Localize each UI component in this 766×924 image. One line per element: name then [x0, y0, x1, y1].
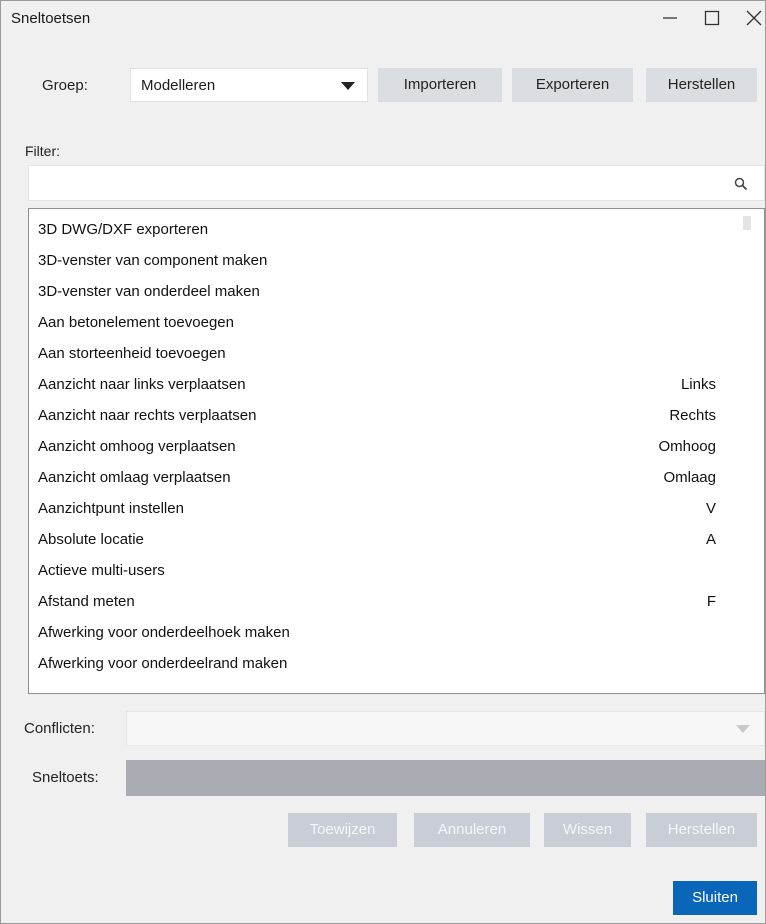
list-item[interactable]: Aanzichtpunt instellen V [29, 493, 764, 524]
command-name: Aanzichtpunt instellen [38, 500, 184, 517]
command-name: Aanzicht naar rechts verplaatsen [38, 407, 257, 424]
reset-group-button[interactable]: Herstellen [646, 68, 757, 102]
shortcut-label: Sneltoets: [32, 769, 99, 786]
shortcuts-dialog: Sneltoetsen Groep: Modelleren Importeren… [0, 0, 766, 924]
search-icon [734, 177, 748, 191]
command-shortcut: Omhoog [658, 438, 716, 455]
close-icon [746, 10, 762, 26]
group-select[interactable]: Modelleren [130, 68, 368, 102]
command-shortcut: F [706, 593, 716, 610]
title-bar: Sneltoetsen [1, 1, 765, 35]
export-button[interactable]: Exporteren [512, 68, 633, 102]
command-name: 3D-venster van component maken [38, 252, 268, 269]
command-name: Afstand meten [38, 593, 135, 610]
close-dialog-button[interactable]: Sluiten [673, 881, 757, 915]
command-shortcut: Omlaag [663, 469, 716, 486]
command-name: Aan storteenheid toevoegen [38, 345, 226, 362]
window-title: Sneltoetsen [11, 10, 91, 27]
command-name: Aan betonelement toevoegen [38, 314, 234, 331]
list-item[interactable]: Absolute locatie A [29, 524, 764, 555]
list-item[interactable]: Aanzicht naar links verplaatsen Links [29, 369, 764, 400]
group-selected-value: Modelleren [141, 77, 216, 94]
list-item[interactable]: Afstand meten F [29, 586, 764, 617]
shortcut-field [126, 760, 765, 796]
command-shortcut: V [705, 500, 716, 517]
command-name: 3D-venster van onderdeel maken [38, 283, 260, 300]
list-item[interactable]: Actieve multi-users [29, 555, 764, 586]
command-list[interactable]: 3D DWG/DXF exporteren 3D-venster van comp… [28, 208, 765, 694]
list-item[interactable]: Afwerking voor onderdeelrand maken [29, 648, 764, 679]
chevron-down-icon [736, 725, 750, 733]
assign-button: Toewijzen [288, 813, 397, 847]
command-name: Afwerking voor onderdeelrand maken [38, 655, 288, 672]
list-item[interactable]: Aanzicht omhoog verplaatsen Omhoog [29, 431, 764, 462]
conflicts-select [126, 711, 765, 746]
list-item[interactable]: Afwerking voor onderdeelhoek maken [29, 617, 764, 648]
maximize-icon [704, 10, 720, 26]
group-label: Groep: [42, 77, 88, 94]
scrollbar-thumb[interactable] [743, 216, 751, 230]
command-shortcut: Links [680, 376, 716, 393]
command-name: Absolute locatie [38, 531, 144, 548]
command-name: Aanzicht omhoog verplaatsen [38, 438, 236, 455]
reset-shortcut-button: Herstellen [646, 813, 757, 847]
command-shortcut: A [705, 531, 716, 548]
command-name: Aanzicht naar links verplaatsen [38, 376, 246, 393]
filter-input[interactable] [28, 165, 765, 201]
close-button[interactable] [733, 1, 766, 35]
list-item[interactable]: Aanzicht naar rechts verplaatsen Rechts [29, 400, 764, 431]
conflicts-label: Conflicten: [24, 720, 95, 737]
command-name: Aanzicht omlaag verplaatsen [38, 469, 231, 486]
minimize-icon [663, 17, 677, 19]
filter-label: Filter: [25, 143, 60, 159]
minimize-button[interactable] [649, 1, 691, 35]
list-item[interactable]: Aan betonelement toevoegen [29, 307, 764, 338]
maximize-button[interactable] [691, 1, 733, 35]
list-item[interactable]: 3D DWG/DXF exporteren [29, 214, 764, 245]
import-button[interactable]: Importeren [378, 68, 502, 102]
list-item[interactable]: Aanzicht omlaag verplaatsen Omlaag [29, 462, 764, 493]
chevron-down-icon [341, 82, 355, 90]
list-item[interactable]: 3D-venster van component maken [29, 245, 764, 276]
cancel-button: Annuleren [414, 813, 530, 847]
command-shortcut: Rechts [669, 407, 716, 424]
list-item[interactable]: Aan storteenheid toevoegen [29, 338, 764, 369]
list-item[interactable]: 3D-venster van onderdeel maken [29, 276, 764, 307]
command-name: 3D DWG/DXF exporteren [38, 221, 209, 238]
command-name: Actieve multi-users [38, 562, 165, 579]
scrollbar[interactable] [743, 216, 751, 686]
command-name: Afwerking voor onderdeelhoek maken [38, 624, 290, 641]
clear-button: Wissen [544, 813, 631, 847]
